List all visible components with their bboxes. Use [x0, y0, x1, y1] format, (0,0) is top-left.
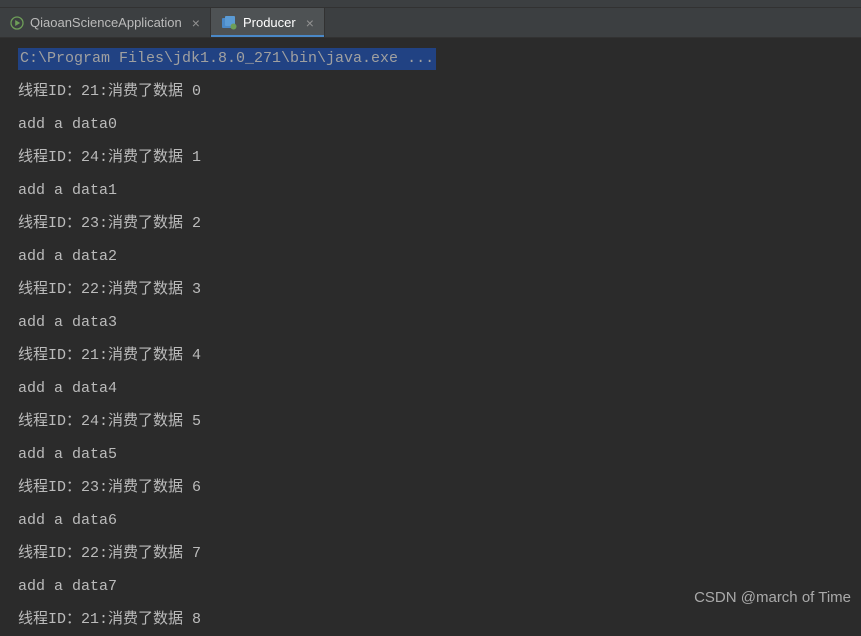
console-output[interactable]: C:\Program Files\jdk1.8.0_271\bin\java.e…: [0, 38, 861, 636]
run-tabs-bar: QiaoanScienceApplication × Producer ×: [0, 8, 861, 38]
console-line: add a data0: [18, 108, 861, 141]
console-line: add a data6: [18, 504, 861, 537]
run-config-icon: [10, 16, 24, 30]
console-line: 线程ID：22:消费了数据 7: [18, 537, 861, 570]
console-line: add a data1: [18, 174, 861, 207]
window-top-strip: [0, 0, 861, 8]
console-line: add a data2: [18, 240, 861, 273]
console-line: 线程ID：23:消费了数据 2: [18, 207, 861, 240]
console-header-selected[interactable]: C:\Program Files\jdk1.8.0_271\bin\java.e…: [18, 48, 436, 70]
class-icon: [221, 16, 237, 30]
console-line: add a data3: [18, 306, 861, 339]
tab-qiaoan-science-application[interactable]: QiaoanScienceApplication ×: [0, 8, 211, 37]
console-line: 线程ID：21:消费了数据 4: [18, 339, 861, 372]
console-line: 线程ID：23:消费了数据 6: [18, 471, 861, 504]
console-line: add a data4: [18, 372, 861, 405]
tab-label: QiaoanScienceApplication: [30, 15, 182, 30]
close-icon[interactable]: ×: [192, 16, 200, 30]
console-line: 线程ID：21:消费了数据 0: [18, 75, 861, 108]
tab-label: Producer: [243, 15, 296, 30]
console-line: 线程ID：22:消费了数据 3: [18, 273, 861, 306]
close-icon[interactable]: ×: [306, 16, 314, 30]
watermark-text: CSDN @march of Time: [694, 589, 851, 606]
console-line: 线程ID：24:消费了数据 1: [18, 141, 861, 174]
console-line: 线程ID：24:消费了数据 5: [18, 405, 861, 438]
tab-producer[interactable]: Producer ×: [211, 8, 325, 37]
console-line: 线程ID：21:消费了数据 8: [18, 603, 861, 636]
console-line: add a data5: [18, 438, 861, 471]
